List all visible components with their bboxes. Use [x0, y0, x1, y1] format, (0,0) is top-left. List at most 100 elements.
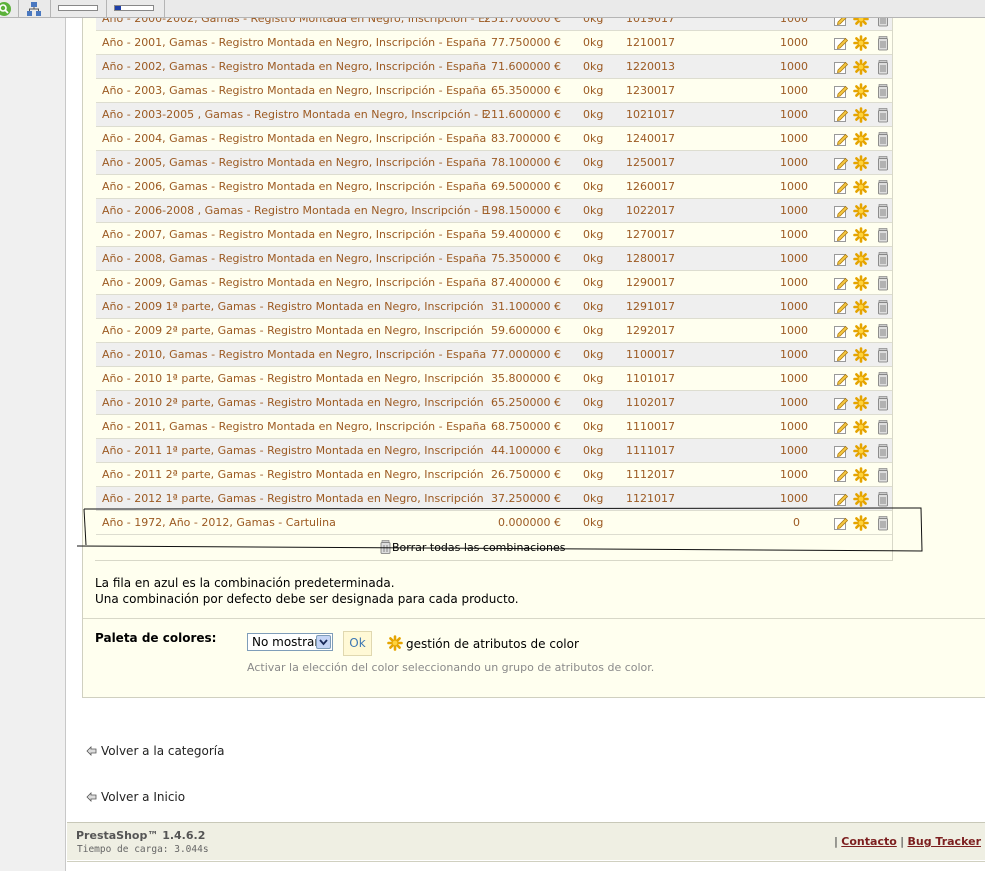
edit-icon[interactable]	[833, 203, 849, 219]
table-row[interactable]: Año - 2001, Gamas - Registro Montada en …	[96, 31, 892, 55]
default-star-icon[interactable]	[853, 443, 869, 459]
default-star-icon[interactable]	[853, 323, 869, 339]
chevron-down-icon[interactable]	[316, 635, 331, 649]
delete-icon[interactable]	[875, 83, 891, 99]
combination-name[interactable]: Año - 2010 2ª parte, Gamas - Registro Mo…	[102, 391, 487, 415]
edit-icon[interactable]	[833, 491, 849, 507]
delete-icon[interactable]	[875, 131, 891, 147]
combination-name[interactable]: Año - 2010 1ª parte, Gamas - Registro Mo…	[102, 367, 487, 391]
contact-link[interactable]: Contacto	[841, 835, 896, 848]
delete-icon[interactable]	[875, 491, 891, 507]
edit-icon[interactable]	[833, 443, 849, 459]
combination-name[interactable]: Año - 2009 1ª parte, Gamas - Registro Mo…	[102, 295, 487, 319]
delete-icon[interactable]	[875, 347, 891, 363]
table-row[interactable]: Año - 2007, Gamas - Registro Montada en …	[96, 223, 892, 247]
delete-icon[interactable]	[875, 251, 891, 267]
table-row[interactable]: Año - 2009, Gamas - Registro Montada en …	[96, 271, 892, 295]
network-icon[interactable]	[26, 1, 42, 17]
default-star-icon[interactable]	[853, 371, 869, 387]
edit-icon[interactable]	[833, 515, 849, 531]
combination-name[interactable]: Año - 1972, Año - 2012, Gamas - Cartulin…	[102, 511, 487, 535]
combination-name[interactable]: Año - 2011 2ª parte, Gamas - Registro Mo…	[102, 463, 487, 487]
table-row[interactable]: Año - 2006, Gamas - Registro Montada en …	[96, 175, 892, 199]
default-star-icon[interactable]	[853, 155, 869, 171]
edit-icon[interactable]	[833, 395, 849, 411]
ok-button[interactable]: Ok	[343, 631, 372, 656]
table-row[interactable]: Año - 2010 1ª parte, Gamas - Registro Mo…	[96, 367, 892, 391]
delete-icon[interactable]	[875, 299, 891, 315]
table-row[interactable]: Año - 2012 1ª parte, Gamas - Registro Mo…	[96, 487, 892, 511]
edit-icon[interactable]	[833, 35, 849, 51]
combination-name[interactable]: Año - 2009 2ª parte, Gamas - Registro Mo…	[102, 319, 487, 343]
edit-icon[interactable]	[833, 131, 849, 147]
delete-icon[interactable]	[875, 179, 891, 195]
default-star-icon[interactable]	[853, 59, 869, 75]
default-star-icon[interactable]	[853, 347, 869, 363]
back-to-home-link[interactable]: Volver a Inicio	[86, 790, 185, 804]
delete-icon[interactable]	[875, 275, 891, 291]
default-star-icon[interactable]	[853, 467, 869, 483]
combination-name[interactable]: Año - 2005, Gamas - Registro Montada en …	[102, 151, 487, 175]
edit-icon[interactable]	[833, 155, 849, 171]
delete-icon[interactable]	[875, 227, 891, 243]
delete-icon[interactable]	[875, 395, 891, 411]
default-star-icon[interactable]	[853, 179, 869, 195]
delete-icon[interactable]	[875, 35, 891, 51]
table-row[interactable]: Año - 2003, Gamas - Registro Montada en …	[96, 79, 892, 103]
default-star-icon[interactable]	[853, 515, 869, 531]
default-star-icon[interactable]	[853, 275, 869, 291]
default-star-icon[interactable]	[853, 299, 869, 315]
combination-name[interactable]: Año - 2006, Gamas - Registro Montada en …	[102, 175, 487, 199]
edit-icon[interactable]	[833, 419, 849, 435]
table-row[interactable]: Año - 2009 1ª parte, Gamas - Registro Mo…	[96, 295, 892, 319]
table-row[interactable]: Año - 2010 2ª parte, Gamas - Registro Mo…	[96, 391, 892, 415]
combination-name[interactable]: Año - 2002, Gamas - Registro Montada en …	[102, 55, 487, 79]
edit-icon[interactable]	[833, 251, 849, 267]
table-row[interactable]: Año - 2011, Gamas - Registro Montada en …	[96, 415, 892, 439]
combination-name[interactable]: Año - 2003-2005 , Gamas - Registro Monta…	[102, 103, 487, 127]
default-star-icon[interactable]	[853, 227, 869, 243]
delete-all-combinations-link[interactable]: Borrar todas las combinaciones	[380, 540, 565, 556]
table-row[interactable]: Año - 2006-2008 , Gamas - Registro Monta…	[96, 199, 892, 223]
table-row[interactable]: Año - 2002, Gamas - Registro Montada en …	[96, 55, 892, 79]
edit-icon[interactable]	[833, 227, 849, 243]
default-star-icon[interactable]	[853, 395, 869, 411]
delete-icon[interactable]	[875, 467, 891, 483]
default-star-icon[interactable]	[853, 83, 869, 99]
table-row[interactable]: Año - 2011 2ª parte, Gamas - Registro Mo…	[96, 463, 892, 487]
bug-tracker-link[interactable]: Bug Tracker	[908, 835, 982, 848]
combination-name[interactable]: Año - 2008, Gamas - Registro Montada en …	[102, 247, 487, 271]
default-star-icon[interactable]	[853, 35, 869, 51]
table-row[interactable]: Año - 2011 1ª parte, Gamas - Registro Mo…	[96, 439, 892, 463]
combination-name[interactable]: Año - 2011 1ª parte, Gamas - Registro Mo…	[102, 439, 487, 463]
palette-select[interactable]: No mostrar	[247, 633, 333, 651]
combination-name[interactable]: Año - 2011, Gamas - Registro Montada en …	[102, 415, 487, 439]
default-star-icon[interactable]	[853, 131, 869, 147]
combination-name[interactable]: Año - 2003, Gamas - Registro Montada en …	[102, 79, 487, 103]
delete-icon[interactable]	[875, 371, 891, 387]
edit-icon[interactable]	[833, 59, 849, 75]
default-star-icon[interactable]	[853, 491, 869, 507]
edit-icon[interactable]	[833, 371, 849, 387]
edit-icon[interactable]	[833, 323, 849, 339]
table-row[interactable]: Año - 2005, Gamas - Registro Montada en …	[96, 151, 892, 175]
toolbar-tab[interactable]	[58, 5, 98, 11]
combination-name[interactable]: Año - 2012 1ª parte, Gamas - Registro Mo…	[102, 487, 487, 511]
edit-icon[interactable]	[833, 299, 849, 315]
delete-icon[interactable]	[875, 419, 891, 435]
edit-icon[interactable]	[833, 467, 849, 483]
back-to-category-link[interactable]: Volver a la categoría	[86, 744, 224, 758]
delete-icon[interactable]	[875, 443, 891, 459]
default-star-icon[interactable]	[853, 251, 869, 267]
search-icon[interactable]	[0, 1, 12, 17]
combination-name[interactable]: Año - 2006-2008 , Gamas - Registro Monta…	[102, 199, 487, 223]
edit-icon[interactable]	[833, 275, 849, 291]
delete-icon[interactable]	[875, 155, 891, 171]
table-row[interactable]: Año - 2010, Gamas - Registro Montada en …	[96, 343, 892, 367]
table-row[interactable]: Año - 2008, Gamas - Registro Montada en …	[96, 247, 892, 271]
edit-icon[interactable]	[833, 347, 849, 363]
delete-icon[interactable]	[875, 323, 891, 339]
table-row[interactable]: Año - 2004, Gamas - Registro Montada en …	[96, 127, 892, 151]
edit-icon[interactable]	[833, 107, 849, 123]
combination-name[interactable]: Año - 2010, Gamas - Registro Montada en …	[102, 343, 487, 367]
